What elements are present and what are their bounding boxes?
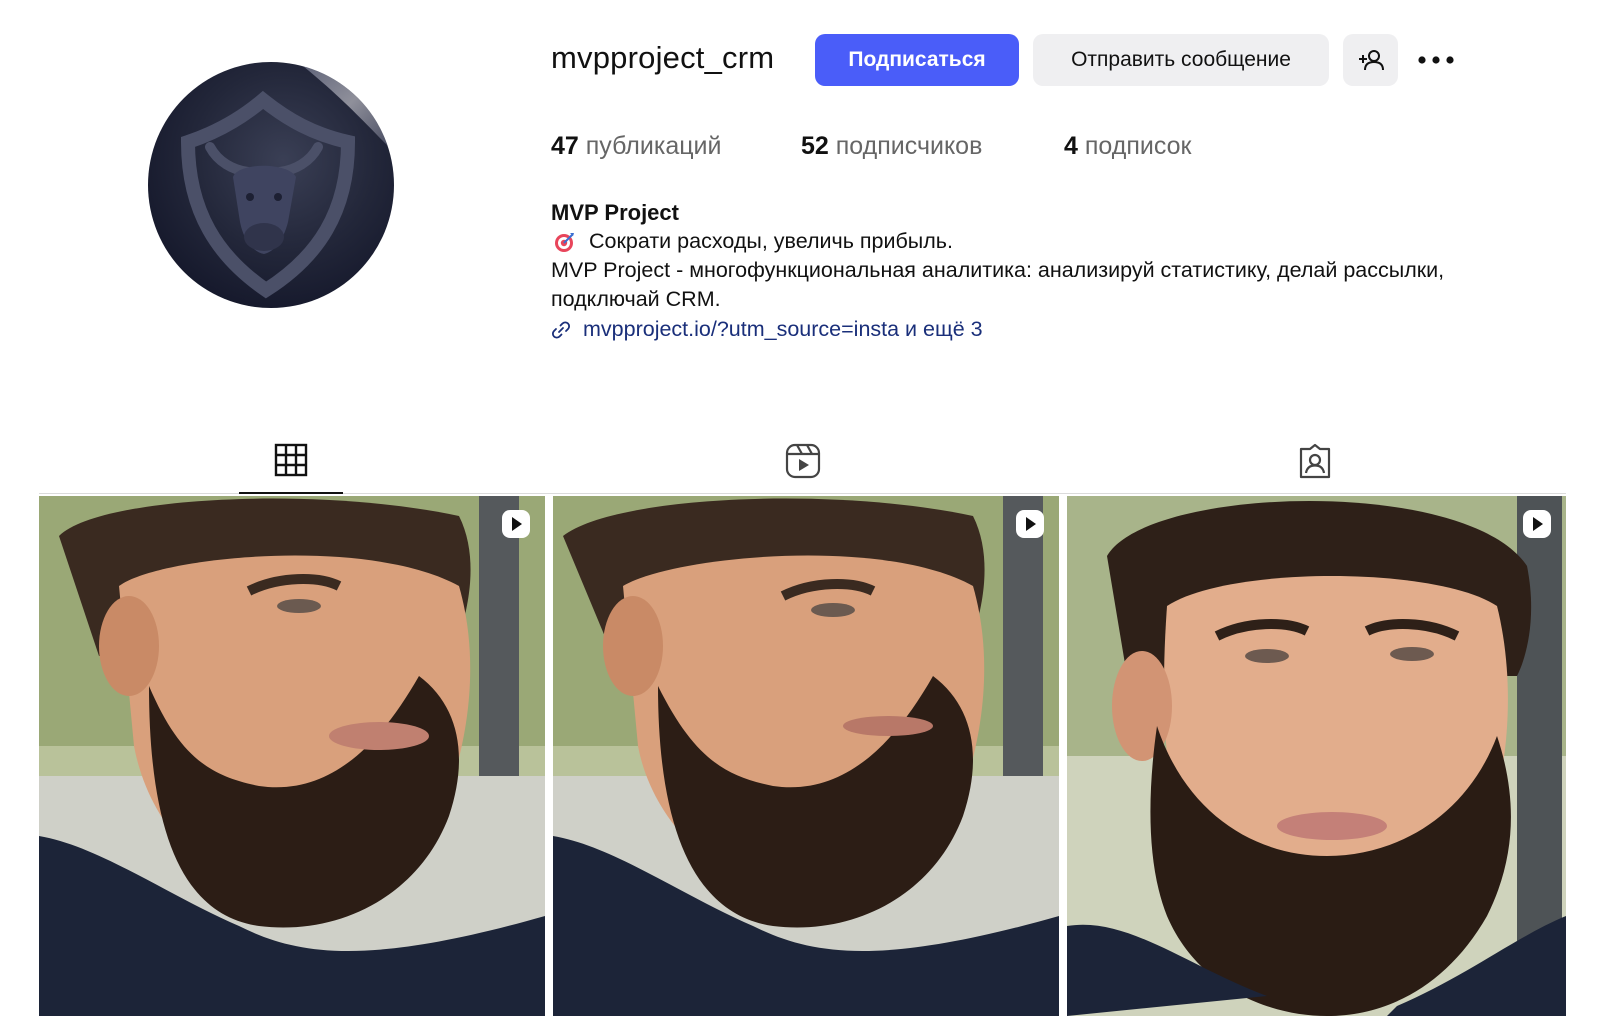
following-label: подписок [1084, 132, 1192, 160]
bio-line-1: Сократи расходы, увеличь прибыль. [589, 229, 953, 253]
following-stat[interactable]: 4 подписок [1064, 132, 1191, 161]
profile-tabs [39, 428, 1566, 494]
send-message-button[interactable]: Отправить сообщение [1033, 34, 1329, 86]
reel-play-icon [1523, 510, 1551, 538]
followers-count: 52 [801, 132, 829, 160]
bio-description: MVP Project - многофункциональная аналит… [551, 258, 1445, 311]
posts-stat[interactable]: 47 публикаций [551, 132, 721, 161]
reels-icon [785, 443, 821, 479]
grid-icon [274, 443, 308, 477]
post-tile[interactable] [1067, 496, 1566, 1016]
posts-count: 47 [551, 132, 579, 160]
followers-stat[interactable]: 52 подписчиков [801, 132, 982, 161]
tagged-icon [1299, 443, 1331, 479]
profile-bio: MVP Project Сократи расходы, увеличь при… [551, 198, 1511, 344]
bio-link[interactable]: mvpproject.io/?utm_source=insta и ещё 3 [551, 315, 1511, 344]
tab-reels[interactable] [751, 428, 855, 494]
posts-label: публикаций [585, 132, 722, 160]
follow-button[interactable]: Подписаться [815, 34, 1019, 86]
reel-play-icon [1016, 510, 1044, 538]
person-plus-icon [1358, 50, 1384, 71]
target-icon [555, 232, 574, 252]
more-options-button[interactable] [1412, 46, 1460, 74]
post-photo-man-front [1067, 496, 1566, 1016]
tab-posts[interactable] [239, 428, 343, 494]
followers-label: подписчиков [835, 132, 983, 160]
more-horizontal-icon [1418, 56, 1454, 64]
tab-tagged[interactable] [1263, 428, 1367, 494]
bull-shield-logo-icon [180, 62, 394, 299]
bio-name: MVP Project [551, 200, 679, 225]
bio-tagline: Сократи расходы, увеличь прибыль. [551, 227, 1511, 256]
post-photo-man-profile [39, 496, 545, 1016]
reel-play-icon [502, 510, 530, 538]
bio-link-text: mvpproject.io/?utm_source=insta и ещё 3 [583, 317, 983, 341]
link-icon [551, 320, 571, 339]
post-tile[interactable] [553, 496, 1059, 1016]
post-photo-man-profile [553, 496, 1059, 1016]
suggest-similar-button[interactable] [1343, 34, 1398, 86]
profile-username: mvpproject_crm [551, 40, 775, 75]
post-tile[interactable] [39, 496, 545, 1016]
following-count: 4 [1064, 132, 1078, 160]
profile-avatar[interactable] [148, 62, 394, 308]
posts-grid [39, 496, 1566, 1016]
